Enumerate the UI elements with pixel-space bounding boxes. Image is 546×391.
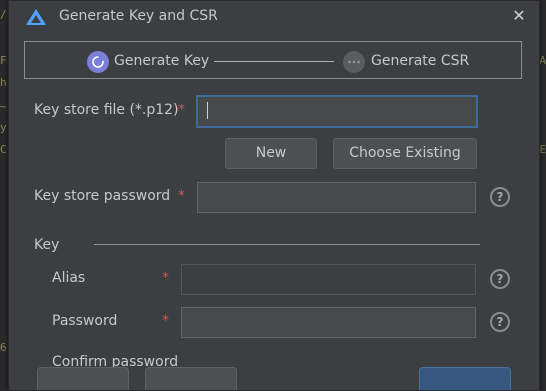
help-icon[interactable]: ?	[490, 269, 510, 289]
required-marker: *	[162, 313, 169, 329]
bg-code-char: ~	[0, 100, 7, 113]
bg-code-char: /	[0, 8, 7, 21]
generate-key-dialog: Generate Key and CSR ✕ Generate Key Gene…	[8, 0, 540, 391]
choose-existing-button[interactable]: Choose Existing	[333, 138, 477, 169]
dialog-title: Generate Key and CSR	[59, 8, 218, 24]
new-button[interactable]: New	[225, 138, 317, 169]
required-marker: *	[178, 188, 185, 204]
step-generate-key: Generate Key	[114, 53, 210, 69]
bg-code-char: 6	[0, 341, 7, 354]
refresh-icon	[87, 51, 109, 73]
keystore-file-input[interactable]	[196, 95, 478, 128]
footer-button[interactable]	[37, 367, 129, 390]
keystore-file-label: Key store file (*.p12)	[34, 102, 179, 118]
section-divider	[94, 244, 480, 245]
password-label: Password	[52, 313, 118, 329]
more-dots-icon	[343, 51, 365, 73]
step-generate-csr: Generate CSR	[371, 53, 470, 69]
bg-code-char: C	[0, 143, 7, 156]
bg-code-char: E	[539, 143, 546, 156]
harmony-logo-icon	[26, 9, 46, 25]
bg-code-char: h	[0, 76, 7, 89]
dialog-titlebar[interactable]: Generate Key and CSR ✕	[9, 1, 539, 33]
alias-input[interactable]	[181, 264, 476, 295]
keystore-password-label: Key store password	[34, 188, 171, 204]
required-marker: *	[162, 270, 169, 286]
required-marker: *	[178, 102, 185, 118]
bg-code-char: F	[0, 54, 7, 67]
close-icon[interactable]: ✕	[509, 6, 529, 26]
password-input[interactable]	[181, 307, 476, 338]
next-button[interactable]	[419, 367, 511, 390]
text-caret	[207, 102, 208, 119]
key-section-label: Key	[34, 237, 60, 253]
wizard-steps: Generate Key Generate CSR	[24, 41, 522, 79]
keystore-password-input[interactable]	[197, 182, 476, 213]
help-icon[interactable]: ?	[490, 187, 510, 207]
bg-code-char: y	[0, 121, 7, 134]
alias-label: Alias	[52, 270, 86, 286]
bg-code-char: A	[539, 54, 546, 67]
help-icon[interactable]: ?	[490, 312, 510, 332]
step-connector	[214, 61, 334, 62]
footer-button[interactable]	[145, 367, 237, 390]
